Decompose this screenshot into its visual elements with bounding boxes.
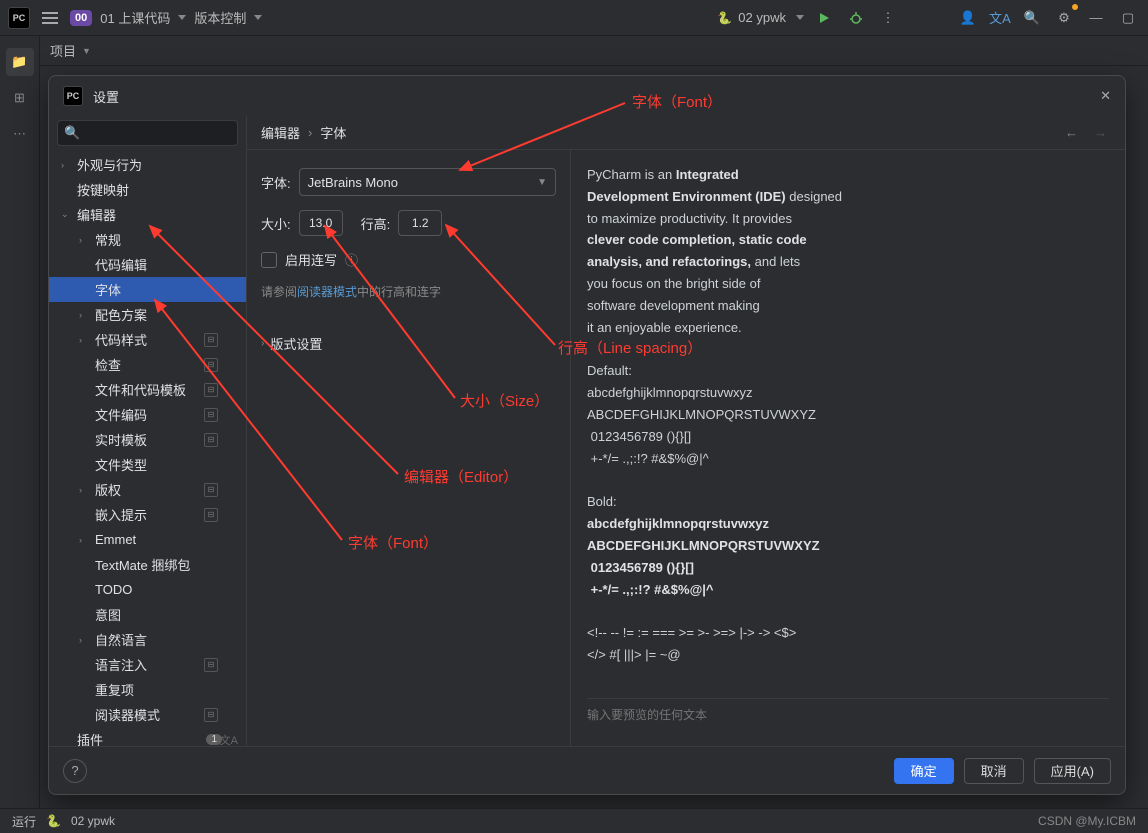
status-run[interactable]: 运行 xyxy=(12,813,36,830)
settings-search-input[interactable] xyxy=(84,126,239,140)
breadcrumb-editor[interactable]: 编辑器 xyxy=(261,123,300,142)
dialog-logo: PC xyxy=(63,86,83,106)
tree-inlay-hints[interactable]: 嵌入提示⊟ xyxy=(49,502,246,527)
ligatures-checkbox[interactable] xyxy=(261,252,277,268)
ide-settings-icon[interactable]: ⚙ xyxy=(1052,6,1076,30)
tree-natural-lang[interactable]: ›自然语言 xyxy=(49,627,246,652)
font-label: 字体: xyxy=(261,173,291,192)
status-script[interactable]: 02 ypwk xyxy=(71,814,115,828)
breadcrumb-font: 字体 xyxy=(320,123,346,142)
run-config-selector[interactable]: 🐍 02 ypwk xyxy=(717,10,804,25)
reader-mode-hint: 请参阅阅读器模式中的行高和连字 xyxy=(261,283,556,300)
tree-general[interactable]: ›常规 xyxy=(49,227,246,252)
lineheight-label: 行高: xyxy=(361,214,391,233)
status-bar: 运行 🐍 02 ypwk CSDN @My.ICBM xyxy=(0,808,1148,833)
project-badge: 00 xyxy=(70,10,92,26)
breadcrumb-sep: › xyxy=(308,125,312,140)
chevron-down-icon: ▼ xyxy=(537,177,547,188)
settings-search[interactable]: 🔍 xyxy=(57,120,238,146)
chevron-right-icon: › xyxy=(261,338,264,349)
tree-file-types[interactable]: 文件类型 xyxy=(49,452,246,477)
project-selector[interactable]: 01 上课代码 xyxy=(100,8,186,27)
project-panel-header[interactable]: 项目 ▼ xyxy=(40,36,1148,66)
app-logo: PC xyxy=(8,7,30,29)
help-button[interactable]: ? xyxy=(63,759,87,783)
lineheight-input[interactable] xyxy=(398,210,442,236)
debug-button[interactable] xyxy=(844,6,868,30)
run-button[interactable] xyxy=(812,6,836,30)
font-form: 字体: JetBrains Mono ▼ 大小: 行高: xyxy=(247,150,571,746)
size-input[interactable] xyxy=(299,210,343,236)
settings-sidebar: 🔍 ›外观与行为 按键映射 ⌄编辑器 ›常规 代码编辑 字体 ›配色方案 ›代码… xyxy=(49,116,247,746)
vcs-menu[interactable]: 版本控制 xyxy=(194,8,262,27)
tree-code-style[interactable]: ›代码样式⊟ xyxy=(49,327,246,352)
reader-mode-link[interactable]: 阅读器模式 xyxy=(297,285,357,299)
size-label: 大小: xyxy=(261,214,291,233)
nav-back-icon[interactable]: ← xyxy=(1061,125,1082,140)
tree-reader-mode[interactable]: 阅读器模式⊟ xyxy=(49,702,246,727)
font-value: JetBrains Mono xyxy=(308,175,398,190)
tree-font[interactable]: 字体 xyxy=(49,277,246,302)
more-tool-icon[interactable]: ⋯ xyxy=(6,120,34,148)
tree-editor[interactable]: ⌄编辑器 xyxy=(49,202,246,227)
tree-intentions[interactable]: 意图 xyxy=(49,602,246,627)
tree-todo[interactable]: TODO xyxy=(49,577,246,602)
settings-dialog: PC 设置 ✕ 🔍 ›外观与行为 按键映射 ⌄编辑器 ›常规 代码编辑 字体 ›… xyxy=(48,75,1126,795)
font-preview: PyCharm is an Integrated Development Env… xyxy=(571,150,1125,746)
project-tool-icon[interactable]: 📁 xyxy=(6,48,34,76)
tree-color-scheme[interactable]: ›配色方案 xyxy=(49,302,246,327)
tree-appearance[interactable]: ›外观与行为 xyxy=(49,152,246,177)
tree-copyright[interactable]: ›版权⊟ xyxy=(49,477,246,502)
search-icon: 🔍 xyxy=(64,125,80,141)
structure-tool-icon[interactable]: ⊞ xyxy=(6,84,34,112)
main-menu-icon[interactable] xyxy=(38,6,62,30)
ligatures-label: 启用连写 xyxy=(285,250,337,269)
translate-icon[interactable]: 文A xyxy=(988,6,1012,30)
more-actions-icon[interactable]: ⋮ xyxy=(876,6,900,30)
dialog-title: 设置 xyxy=(93,87,119,106)
nav-forward-icon[interactable]: → xyxy=(1090,125,1111,140)
ok-button[interactable]: 确定 xyxy=(894,758,954,784)
tree-keymap[interactable]: 按键映射 xyxy=(49,177,246,202)
chevron-down-icon: ▼ xyxy=(82,46,91,56)
tree-plugins[interactable]: 插件1文A xyxy=(49,727,246,746)
python-icon: 🐍 xyxy=(717,11,732,25)
tree-file-encodings[interactable]: 文件编码⊟ xyxy=(49,402,246,427)
tree-textmate[interactable]: TextMate 捆绑包 xyxy=(49,552,246,577)
typography-settings[interactable]: › 版式设置 xyxy=(261,334,556,353)
account-icon[interactable]: 👤 xyxy=(956,6,980,30)
preview-text: PyCharm is an Integrated Development Env… xyxy=(587,164,1109,688)
tree-file-templates[interactable]: 文件和代码模板⊟ xyxy=(49,377,246,402)
close-icon[interactable]: ✕ xyxy=(1100,88,1111,104)
project-panel-title: 项目 xyxy=(50,41,76,60)
maximize-icon[interactable]: ▢ xyxy=(1116,6,1140,30)
tree-emmet[interactable]: ›Emmet xyxy=(49,527,246,552)
help-icon[interactable]: ⓘ xyxy=(345,250,358,269)
tree-live-templates[interactable]: 实时模板⊟ xyxy=(49,427,246,452)
tree-inspections[interactable]: 检查⊟ xyxy=(49,352,246,377)
tool-window-bar: 📁 ⊞ ⋯ xyxy=(0,36,40,808)
python-icon: 🐍 xyxy=(46,814,61,828)
settings-main: 编辑器 › 字体 ← → 字体: JetBrains Mono ▼ xyxy=(247,116,1125,746)
tree-duplicates[interactable]: 重复项 xyxy=(49,677,246,702)
tree-lang-injections[interactable]: 语言注入⊟ xyxy=(49,652,246,677)
top-bar: PC 00 01 上课代码 版本控制 🐍 02 ypwk ⋮ 👤 文A 🔍 ⚙ … xyxy=(0,0,1148,36)
breadcrumb: 编辑器 › 字体 ← → xyxy=(247,116,1125,150)
tree-code-editing[interactable]: 代码编辑 xyxy=(49,252,246,277)
font-select[interactable]: JetBrains Mono ▼ xyxy=(299,168,556,196)
cancel-button[interactable]: 取消 xyxy=(964,758,1024,784)
dialog-titlebar: PC 设置 ✕ xyxy=(49,76,1125,116)
search-everywhere-icon[interactable]: 🔍 xyxy=(1020,6,1044,30)
project-name: 01 上课代码 xyxy=(100,8,170,27)
apply-button[interactable]: 应用(A) xyxy=(1034,758,1111,784)
minimize-icon[interactable]: — xyxy=(1084,6,1108,30)
watermark: CSDN @My.ICBM xyxy=(1038,814,1136,828)
settings-tree: ›外观与行为 按键映射 ⌄编辑器 ›常规 代码编辑 字体 ›配色方案 ›代码样式… xyxy=(49,152,246,746)
dialog-footer: ? 确定 取消 应用(A) xyxy=(49,746,1125,794)
preview-input-row xyxy=(587,698,1109,732)
preview-input[interactable] xyxy=(587,708,1109,722)
